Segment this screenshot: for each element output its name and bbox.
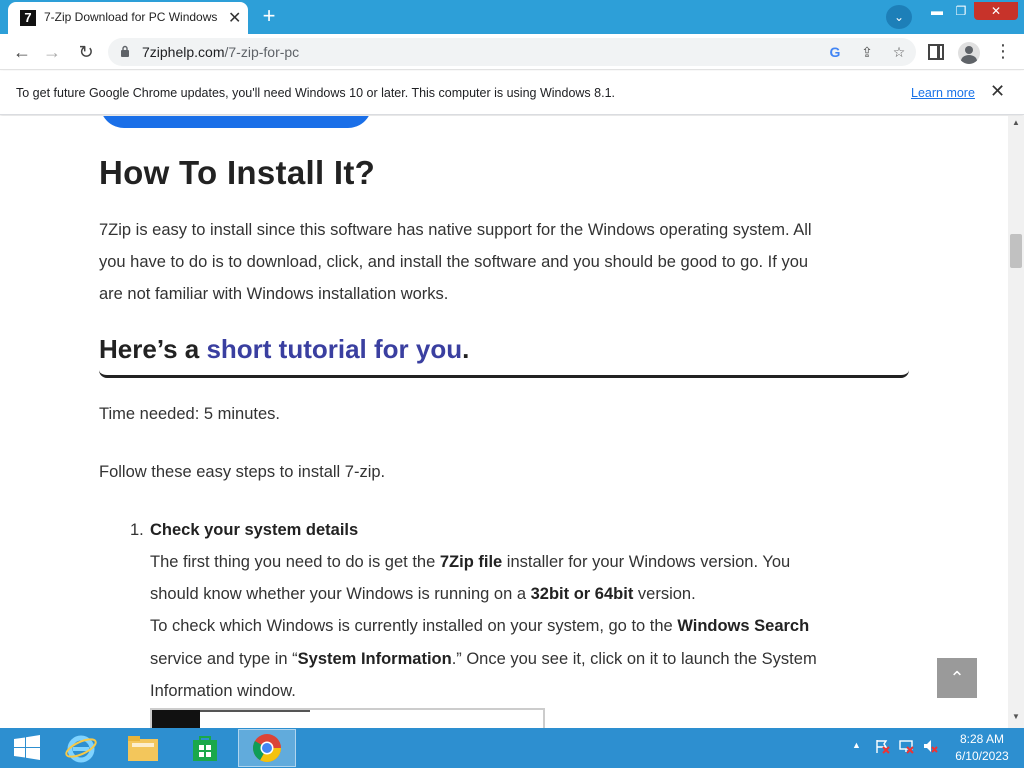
- address-bar[interactable]: 7ziphelp.com/7-zip-for-pc G ⇪ ☆: [108, 38, 916, 66]
- browser-toolbar: ← → ↻ 7ziphelp.com/7-zip-for-pc G ⇪ ☆ ⋮: [0, 34, 1024, 70]
- chrome-icon: [253, 734, 281, 762]
- infobar-close-icon[interactable]: ✕: [990, 81, 1005, 102]
- step-line-3: To check which Windows is currently inst…: [150, 610, 809, 642]
- learn-more-link[interactable]: Learn more: [911, 86, 975, 100]
- step-text: .” Once you see it, click on it to launc…: [451, 650, 817, 668]
- step-line-5: Information window.: [150, 682, 296, 700]
- tutorial-heading: Here’s a short tutorial for you.: [99, 334, 469, 365]
- step-line-4: service and type in “System Information.…: [150, 643, 817, 675]
- intro-line-2: you have to do is to download, click, an…: [99, 253, 809, 271]
- system-tray: ▲: [850, 738, 950, 758]
- volume-muted-icon[interactable]: [922, 738, 938, 754]
- step-line-1: The first thing you need to do is get th…: [150, 546, 790, 578]
- scroll-to-top-button[interactable]: ⌃: [937, 658, 977, 698]
- clock-date[interactable]: 6/10/2023: [952, 749, 1012, 763]
- step-title: Check your system details: [150, 521, 359, 539]
- tutorial-heading-prefix: Here’s a: [99, 334, 207, 364]
- tray-expand-icon[interactable]: ▲: [852, 740, 861, 750]
- update-infobar: To get future Google Chrome updates, you…: [0, 71, 1024, 115]
- tab-close-icon[interactable]: ✕: [228, 8, 241, 28]
- step-text: service and type in “: [150, 650, 298, 668]
- site-favicon-icon: 7: [20, 10, 36, 26]
- reload-button[interactable]: ↻: [74, 40, 98, 64]
- chrome-menu-icon[interactable]: ⋮: [994, 42, 1012, 62]
- step-number: 1.: [130, 521, 144, 539]
- step-bold-text: 7Zip file: [439, 553, 503, 571]
- url-path: /7-zip-for-pc: [224, 44, 300, 60]
- chrome-taskbar-button[interactable]: [238, 729, 296, 767]
- close-window-button[interactable]: ✕: [974, 2, 1018, 20]
- scroll-down-arrow-icon[interactable]: ▼: [1012, 712, 1020, 721]
- maximize-button[interactable]: ❐: [950, 2, 972, 20]
- minimize-button[interactable]: ▬: [926, 2, 948, 20]
- windows-taskbar: ▲ 8:28 AM 6/10/2023: [0, 728, 1024, 768]
- step-bold-text: 32bit or 64bit: [530, 585, 634, 603]
- intro-paragraph: 7Zip is easy to install since this softw…: [99, 214, 899, 310]
- page-heading: How To Install It?: [99, 154, 376, 191]
- step-text: should know whether your Windows is runn…: [150, 585, 531, 603]
- windows-logo-icon: [14, 735, 40, 760]
- forward-button[interactable]: →: [40, 40, 64, 64]
- internet-explorer-taskbar-button[interactable]: [52, 729, 110, 767]
- step-bold-text: Windows Search: [677, 617, 810, 635]
- intro-line-1: 7Zip is easy to install since this softw…: [99, 221, 812, 239]
- step-bold-text: System Information: [297, 650, 452, 668]
- heading-underline: [99, 370, 909, 378]
- action-center-flag-icon[interactable]: [874, 738, 890, 754]
- scrollbar-thumb[interactable]: [1010, 234, 1022, 268]
- vertical-scrollbar[interactable]: ▲ ▼: [1008, 116, 1024, 728]
- tutorial-heading-suffix: .: [462, 334, 470, 364]
- browser-titlebar: 7 7-Zip Download for PC Windows ✕ + ⌄ ▬ …: [0, 0, 1024, 34]
- google-lens-icon[interactable]: G: [826, 43, 844, 61]
- network-icon[interactable]: [898, 738, 914, 754]
- lock-icon: [121, 45, 129, 57]
- tutorial-heading-accent: short tutorial for you: [206, 334, 463, 364]
- file-explorer-taskbar-button[interactable]: [114, 729, 172, 767]
- url-host: 7ziphelp.com: [142, 44, 225, 60]
- step-text: version.: [633, 585, 696, 603]
- tab-title: 7-Zip Download for PC Windows: [44, 10, 218, 24]
- system-info-screenshot: [150, 708, 545, 728]
- new-tab-button[interactable]: +: [256, 5, 282, 28]
- step-line-2: should know whether your Windows is runn…: [150, 578, 696, 610]
- internet-explorer-icon: [65, 735, 97, 763]
- page-content: How To Install It? 7Zip is easy to insta…: [0, 116, 1008, 728]
- folder-icon: [128, 736, 158, 761]
- share-icon[interactable]: ⇪: [858, 43, 876, 61]
- store-bag-icon: [193, 736, 217, 761]
- store-taskbar-button[interactable]: [176, 729, 234, 767]
- download-button[interactable]: [100, 116, 372, 128]
- url-text: 7ziphelp.com/7-zip-for-pc: [142, 44, 299, 60]
- infobar-message: To get future Google Chrome updates, you…: [16, 86, 615, 100]
- intro-line-3: are not familiar with Windows installati…: [99, 285, 449, 303]
- step-text: To check which Windows is currently inst…: [150, 617, 678, 635]
- time-needed-text: Time needed: 5 minutes.: [99, 405, 280, 423]
- profile-avatar-icon[interactable]: [958, 42, 980, 64]
- tab-search-button[interactable]: ⌄: [886, 5, 912, 29]
- bookmark-star-icon[interactable]: ☆: [890, 43, 908, 61]
- scroll-up-arrow-icon[interactable]: ▲: [1012, 118, 1020, 127]
- step-text: installer for your Windows version. You: [502, 553, 791, 571]
- tab-7zip[interactable]: 7 7-Zip Download for PC Windows ✕: [8, 2, 248, 34]
- back-button[interactable]: ←: [10, 40, 34, 64]
- side-panel-icon[interactable]: [928, 44, 944, 60]
- step-text: The first thing you need to do is get th…: [150, 553, 440, 571]
- clock-time[interactable]: 8:28 AM: [952, 732, 1012, 746]
- follow-steps-text: Follow these easy steps to install 7-zip…: [99, 463, 386, 481]
